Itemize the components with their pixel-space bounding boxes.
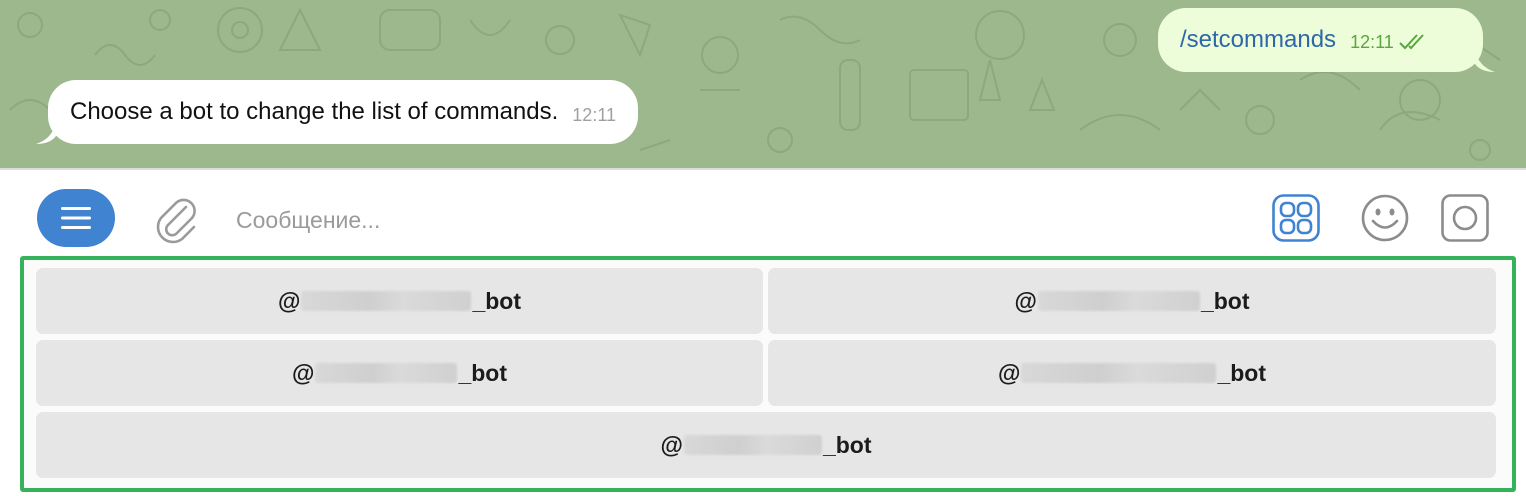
message-input[interactable] bbox=[236, 198, 1236, 242]
bot-keyboard: @ _bot @ _bot @ _bot @ _bot @ _bot bbox=[20, 256, 1516, 492]
hamburger-menu-icon bbox=[61, 207, 91, 229]
button-suffix: _bot bbox=[822, 431, 872, 458]
button-suffix: _bot bbox=[472, 287, 521, 314]
redacted-text bbox=[301, 291, 472, 311]
menu-button[interactable] bbox=[37, 189, 115, 247]
button-prefix: @ bbox=[998, 359, 1021, 386]
button-prefix: @ bbox=[278, 287, 301, 314]
button-prefix: @ bbox=[660, 431, 683, 458]
bot-keyboard-button[interactable]: @ _bot bbox=[36, 268, 763, 334]
bubble-tail bbox=[1475, 48, 1495, 72]
bot-keyboard-button[interactable]: @ _bot bbox=[768, 268, 1496, 334]
redacted-text bbox=[683, 435, 822, 455]
redacted-text bbox=[315, 363, 458, 383]
paperclip-icon[interactable] bbox=[152, 193, 200, 245]
bot-keyboard-button[interactable]: @ _bot bbox=[768, 340, 1496, 406]
chat-area: Choose a bot to change the list of comma… bbox=[0, 0, 1526, 168]
button-suffix: _bot bbox=[1200, 287, 1250, 314]
redacted-text bbox=[1037, 291, 1200, 311]
redacted-text bbox=[1021, 363, 1217, 383]
record-icon[interactable] bbox=[1441, 194, 1489, 242]
button-prefix: @ bbox=[1014, 287, 1037, 314]
chat-divider bbox=[0, 168, 1526, 170]
button-prefix: @ bbox=[292, 359, 315, 386]
message-text[interactable]: /setcommands bbox=[1180, 26, 1336, 54]
message-time: 12:11 bbox=[572, 104, 617, 125]
message-time: 12:11 bbox=[1350, 31, 1394, 52]
double-check-icon bbox=[1399, 34, 1424, 50]
emoji-icon[interactable] bbox=[1361, 194, 1409, 242]
outgoing-message-bubble: /setcommands 12:11 bbox=[1158, 8, 1495, 72]
bot-keyboard-button[interactable]: @ _bot bbox=[36, 412, 1496, 478]
button-suffix: _bot bbox=[458, 359, 507, 386]
bot-keyboard-button[interactable]: @ _bot bbox=[36, 340, 763, 406]
message-text: Choose a bot to change the list of comma… bbox=[70, 98, 559, 125]
bubble-tail bbox=[36, 120, 56, 144]
incoming-message-bubble: Choose a bot to change the list of comma… bbox=[36, 80, 639, 144]
bot-keyboard-icon[interactable] bbox=[1272, 194, 1320, 242]
button-suffix: _bot bbox=[1217, 359, 1266, 386]
